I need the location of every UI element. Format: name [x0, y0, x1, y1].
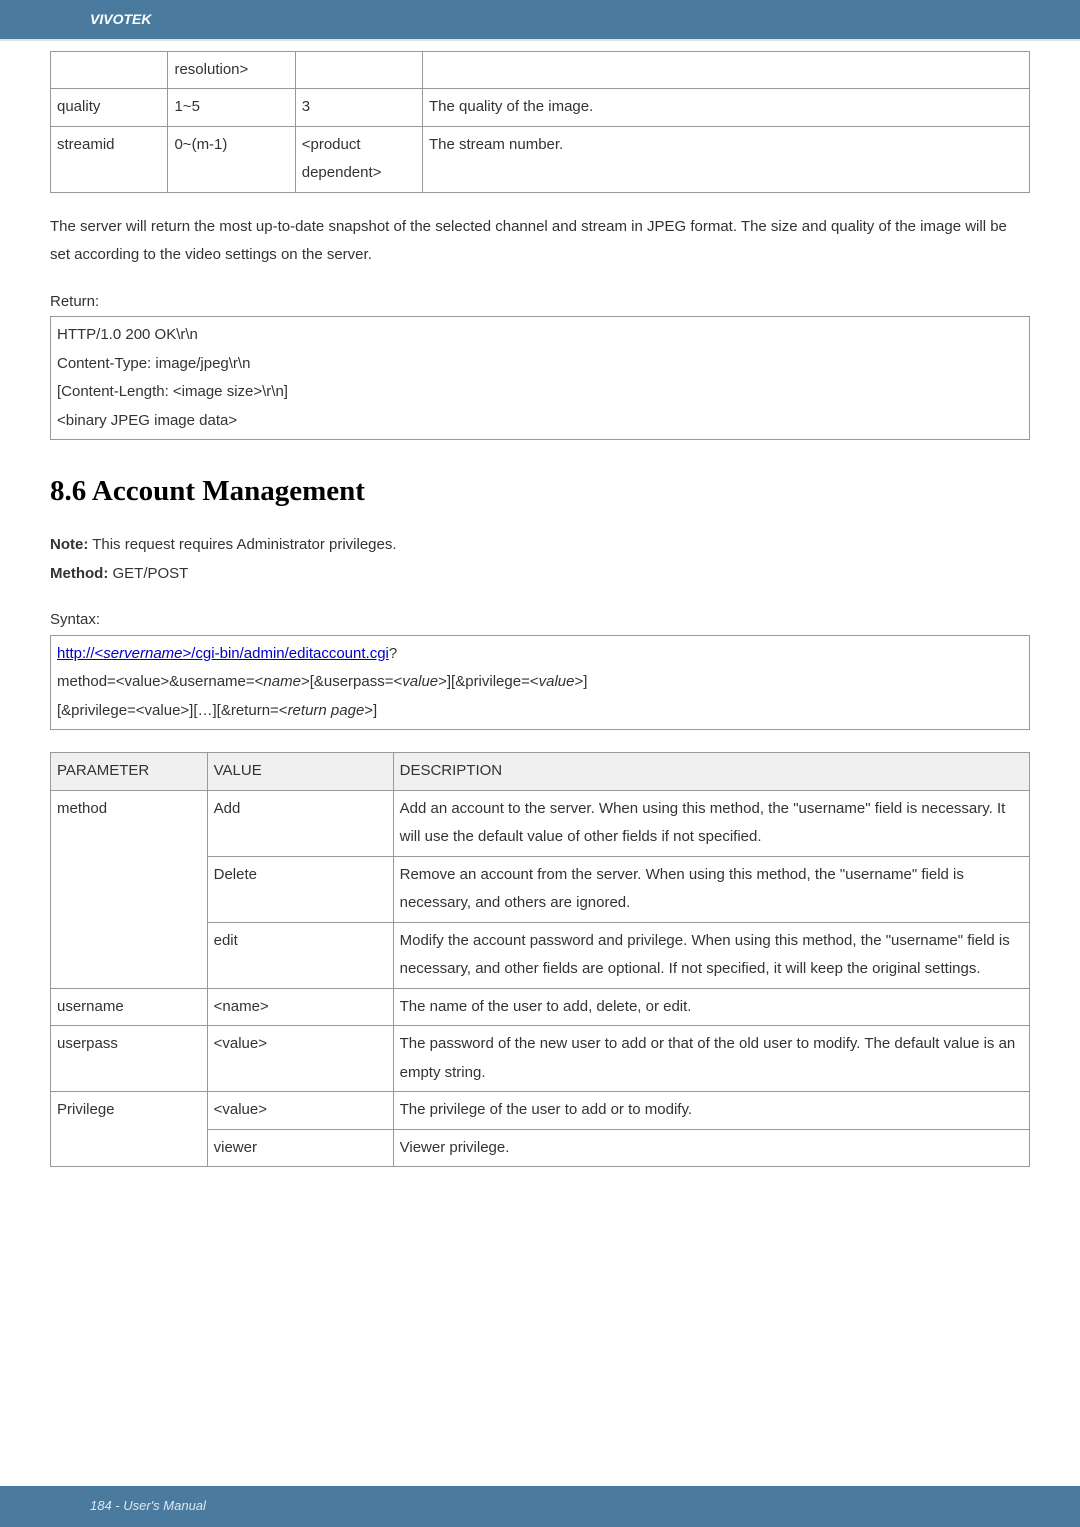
- code-line: Content-Type: image/jpeg\r\n: [57, 350, 1023, 379]
- cell: username: [51, 988, 208, 1026]
- table-row: quality 1~5 3 The quality of the image.: [51, 89, 1030, 127]
- cell: The quality of the image.: [423, 89, 1030, 127]
- syntax-line: http://<servername>/cgi-bin/admin/editac…: [57, 640, 1023, 669]
- syntax-italic: name: [263, 673, 301, 690]
- method-text: GET/POST: [108, 565, 188, 582]
- cell: <value>: [207, 1026, 393, 1092]
- parameter-table-continued: resolution> quality 1~5 3 The quality of…: [50, 51, 1030, 193]
- cell: <value>: [207, 1092, 393, 1130]
- cell: Delete: [207, 856, 393, 922]
- section-number: 8.6: [50, 475, 86, 507]
- account-parameter-table: PARAMETER VALUE DESCRIPTION method Add A…: [50, 752, 1030, 1167]
- syntax-italic: return page: [288, 702, 365, 719]
- note-line: Note: This request requires Administrato…: [50, 531, 1030, 560]
- cell: quality: [51, 89, 168, 127]
- url-servername: servername: [103, 645, 182, 662]
- syntax-url-link[interactable]: http://<servername>/cgi-bin/admin/editac…: [57, 645, 389, 662]
- cell: Modify the account password and privileg…: [393, 922, 1029, 988]
- table-header-row: PARAMETER VALUE DESCRIPTION: [51, 753, 1030, 791]
- cell: 3: [295, 89, 422, 127]
- syntax-text: [&privilege=<value>][…][&return=<: [57, 702, 288, 719]
- syntax-text: >]: [364, 702, 377, 719]
- cell: The stream number.: [423, 126, 1030, 192]
- syntax-label: Syntax:: [50, 606, 1030, 635]
- header-bar: VIVOTEK: [0, 0, 1080, 41]
- brand-label: VIVOTEK: [90, 11, 151, 27]
- return-label: Return:: [50, 288, 1030, 317]
- syntax-text: >]: [574, 673, 587, 690]
- cell: Add: [207, 790, 393, 856]
- cell: resolution>: [168, 51, 295, 89]
- footer-text: 184 - User's Manual: [90, 1498, 206, 1513]
- table-row: resolution>: [51, 51, 1030, 89]
- table-row: method Add Add an account to the server.…: [51, 790, 1030, 856]
- syntax-text: >][&privilege=<: [438, 673, 538, 690]
- cell: streamid: [51, 126, 168, 192]
- code-line: HTTP/1.0 200 OK\r\n: [57, 321, 1023, 350]
- url-prefix: http://<: [57, 645, 103, 662]
- return-block: HTTP/1.0 200 OK\r\n Content-Type: image/…: [50, 316, 1030, 440]
- cell: userpass: [51, 1026, 208, 1092]
- syntax-line: [&privilege=<value>][…][&return=<return …: [57, 697, 1023, 726]
- table-row: Privilege <value> The privilege of the u…: [51, 1092, 1030, 1130]
- cell: The privilege of the user to add or to m…: [393, 1092, 1029, 1130]
- page-content: resolution> quality 1~5 3 The quality of…: [0, 41, 1080, 1208]
- code-line: <binary JPEG image data>: [57, 407, 1023, 436]
- url-suffix: >/cgi-bin/admin/editaccount.cgi: [183, 645, 389, 662]
- cell: [51, 51, 168, 89]
- syntax-text: method=<value>&username=<: [57, 673, 263, 690]
- syntax-line: method=<value>&username=<name>[&userpass…: [57, 668, 1023, 697]
- cell: method: [51, 790, 208, 988]
- syntax-text: >[&userpass=<: [301, 673, 402, 690]
- table-row: streamid 0~(m-1) <product dependent> The…: [51, 126, 1030, 192]
- col-header-description: DESCRIPTION: [393, 753, 1029, 791]
- col-header-parameter: PARAMETER: [51, 753, 208, 791]
- table-row: username <name> The name of the user to …: [51, 988, 1030, 1026]
- section-heading: 8.6 Account Management: [50, 464, 1030, 519]
- cell: Remove an account from the server. When …: [393, 856, 1029, 922]
- section-title-text: Account Management: [92, 475, 365, 507]
- syntax-italic: value: [539, 673, 575, 690]
- cell: [423, 51, 1030, 89]
- cell: The password of the new user to add or t…: [393, 1026, 1029, 1092]
- cell: viewer: [207, 1129, 393, 1167]
- cell: <name>: [207, 988, 393, 1026]
- qmark: ?: [389, 645, 397, 662]
- syntax-box: http://<servername>/cgi-bin/admin/editac…: [50, 635, 1030, 731]
- syntax-italic: value: [402, 673, 438, 690]
- cell: Viewer privilege.: [393, 1129, 1029, 1167]
- table-row: userpass <value> The password of the new…: [51, 1026, 1030, 1092]
- method-label: Method:: [50, 565, 108, 582]
- cell: [295, 51, 422, 89]
- cell: 0~(m-1): [168, 126, 295, 192]
- footer-bar: 184 - User's Manual: [0, 1486, 1080, 1527]
- col-header-value: VALUE: [207, 753, 393, 791]
- cell: Add an account to the server. When using…: [393, 790, 1029, 856]
- note-label: Note:: [50, 536, 88, 553]
- code-line: [Content-Length: <image size>\r\n]: [57, 378, 1023, 407]
- cell: 1~5: [168, 89, 295, 127]
- cell: <product dependent>: [295, 126, 422, 192]
- cell: Privilege: [51, 1092, 208, 1167]
- description-paragraph: The server will return the most up-to-da…: [50, 213, 1030, 270]
- note-text: This request requires Administrator priv…: [88, 536, 396, 553]
- cell: The name of the user to add, delete, or …: [393, 988, 1029, 1026]
- method-line: Method: GET/POST: [50, 560, 1030, 589]
- cell: edit: [207, 922, 393, 988]
